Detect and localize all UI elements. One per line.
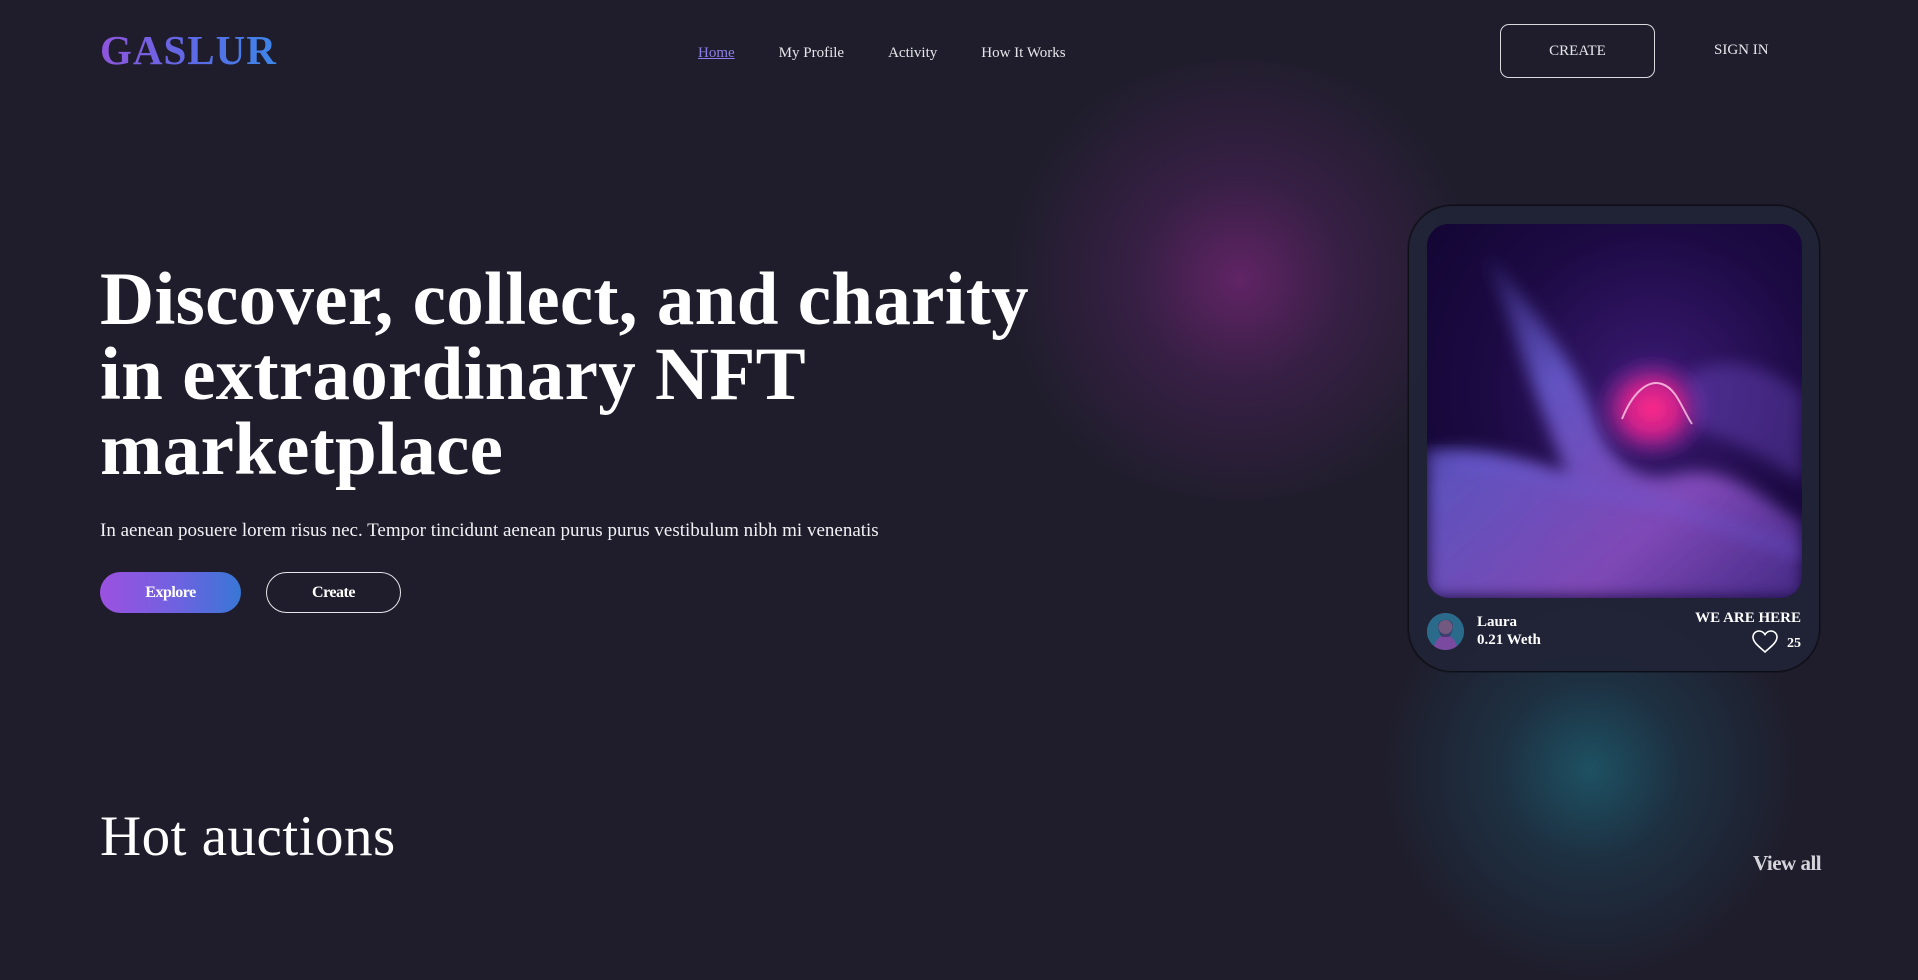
brand-logo[interactable]: GASLUR xyxy=(100,26,277,74)
hero-title: Discover, collect, and charity in extrao… xyxy=(100,258,1029,491)
featured-nft-card[interactable]: Laura 0.21 Weth WE ARE HERE 25 xyxy=(1408,205,1820,672)
hero-subtitle: In aenean posuere lorem risus nec. Tempo… xyxy=(100,520,879,541)
view-all-link[interactable]: View all xyxy=(1753,851,1822,876)
explore-button[interactable]: Explore xyxy=(100,572,241,613)
like-counter[interactable]: 25 xyxy=(1751,629,1801,659)
nav-item-home[interactable]: Home xyxy=(698,45,735,62)
nav-item-activity[interactable]: Activity xyxy=(888,45,937,62)
abstract-artwork-graphic xyxy=(1427,224,1802,598)
hero-create-button[interactable]: Create xyxy=(266,572,401,613)
sign-in-button[interactable]: SIGN IN xyxy=(1714,42,1769,59)
creator-name[interactable]: Laura xyxy=(1477,614,1517,631)
nft-title: WE ARE HERE xyxy=(1695,610,1801,626)
nft-artwork-image[interactable] xyxy=(1427,224,1802,598)
main-nav: Home My Profile Activity How It Works xyxy=(698,45,1110,62)
creator-avatar[interactable] xyxy=(1427,613,1464,650)
site-header: GASLUR Home My Profile Activity How It W… xyxy=(0,0,1918,105)
nav-item-my-profile[interactable]: My Profile xyxy=(779,45,844,62)
nav-item-how-it-works[interactable]: How It Works xyxy=(981,45,1065,62)
header-create-button[interactable]: CREATE xyxy=(1500,24,1655,78)
section-title: Hot auctions xyxy=(100,805,396,868)
avatar-portrait-graphic xyxy=(1427,613,1464,650)
heart-icon[interactable] xyxy=(1751,629,1779,659)
like-count: 25 xyxy=(1787,636,1801,651)
nft-price: 0.21 Weth xyxy=(1477,632,1541,648)
